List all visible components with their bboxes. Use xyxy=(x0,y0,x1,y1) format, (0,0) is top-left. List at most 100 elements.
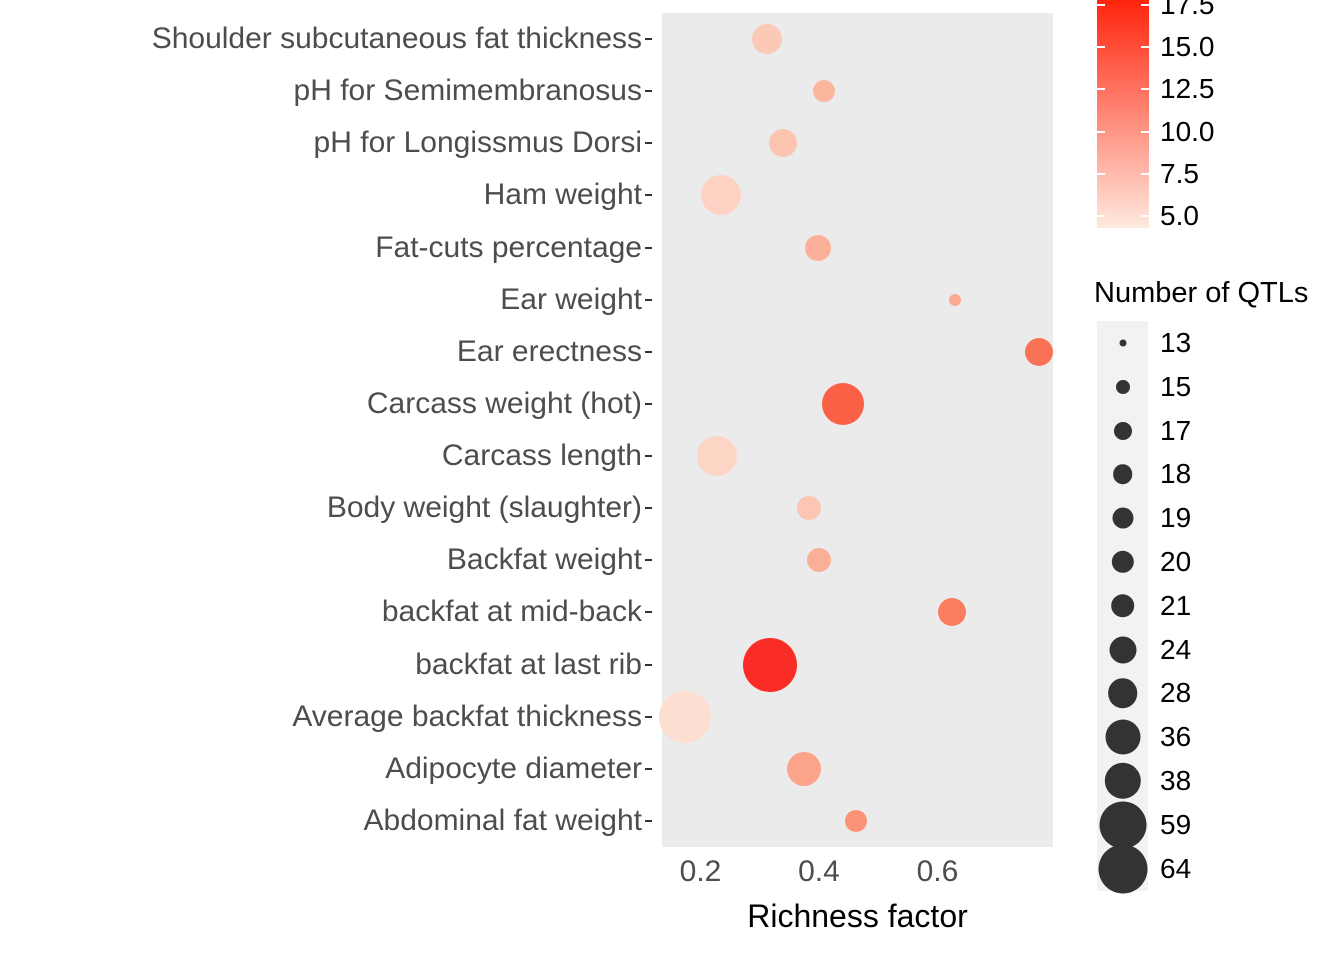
x-axis-title: Richness factor xyxy=(747,898,968,934)
y-tick-mark xyxy=(645,507,652,510)
data-point-bubble xyxy=(769,129,798,158)
y-tick-mark xyxy=(645,819,652,822)
size-legend-key-dot xyxy=(1099,801,1146,849)
y-tick-mark xyxy=(645,90,652,93)
x-tick-label: 0.4 xyxy=(798,855,840,888)
size-legend-key-dot xyxy=(1110,594,1135,618)
size-legend-label: 36 xyxy=(1160,721,1192,753)
y-tick-label: Ham weight xyxy=(483,178,642,212)
size-legend-key-dot xyxy=(1109,636,1136,664)
size-legend-label: 28 xyxy=(1160,677,1192,709)
size-legend-label: 15 xyxy=(1160,370,1192,402)
size-legend-key-dot xyxy=(1104,762,1141,800)
size-legend-label: 19 xyxy=(1160,502,1192,534)
data-point-bubble xyxy=(821,382,864,425)
color-legend-label: 15.0 xyxy=(1160,30,1215,62)
y-axis: Abdominal fat weight Adipocyte diameter Av… xyxy=(0,13,652,847)
y-tick-mark xyxy=(645,715,652,718)
color-legend-tick xyxy=(1097,88,1105,91)
y-tick-label: Abdominal fat weight xyxy=(363,803,643,837)
data-point-bubble xyxy=(700,175,741,216)
y-tick-label: pH for Longissmus Dorsi xyxy=(313,126,642,160)
y-tick-label: pH for Semimembranosus xyxy=(293,74,642,108)
y-tick-label: Fat-cuts percentage xyxy=(375,230,642,264)
color-gradient-bar xyxy=(1097,0,1149,228)
color-legend-tick xyxy=(1097,130,1105,133)
y-tick-label: Backfat weight xyxy=(446,543,642,577)
size-legend-label: 18 xyxy=(1160,458,1192,490)
size-legend-key-dot xyxy=(1112,464,1133,485)
color-legend-tick xyxy=(1097,45,1105,48)
color-legend xyxy=(1097,0,1149,228)
y-tick-mark xyxy=(645,142,652,145)
size-legend-label: 17 xyxy=(1160,414,1192,446)
color-legend-tick xyxy=(1141,88,1149,91)
data-point-bubble xyxy=(937,598,966,627)
y-tick-mark xyxy=(645,767,652,770)
y-tick-label: Ear weight xyxy=(500,282,642,316)
y-tick-mark xyxy=(645,663,652,666)
y-tick-mark xyxy=(645,38,652,41)
y-tick-label: backfat at mid-back xyxy=(381,595,642,629)
color-legend-label: 10.0 xyxy=(1160,115,1215,147)
color-legend-label: 17.5 xyxy=(1160,0,1215,20)
color-legend-tick xyxy=(1141,3,1149,6)
plot-panel xyxy=(658,13,1054,847)
y-tick-label: Adipocyte diameter xyxy=(385,751,642,785)
size-legend-keys xyxy=(1097,321,1148,894)
x-tick-label: 0.2 xyxy=(679,855,722,888)
data-point-bubble xyxy=(796,496,821,521)
data-point-bubble xyxy=(812,80,835,103)
size-legend-key-dot xyxy=(1098,844,1147,894)
color-legend-tick xyxy=(1097,215,1105,218)
color-legend-tick xyxy=(1141,172,1149,175)
color-legend-label: 7.5 xyxy=(1160,157,1199,189)
size-legend-key-dot xyxy=(1111,550,1134,574)
color-legend-tick xyxy=(1097,3,1105,6)
data-point-bubble xyxy=(786,751,821,786)
size-legend-label: 59 xyxy=(1160,808,1192,840)
y-tick-mark xyxy=(645,455,652,458)
data-point-bubble xyxy=(805,234,832,261)
y-tick-mark xyxy=(645,194,652,197)
y-tick-mark xyxy=(645,611,652,614)
y-tick-mark xyxy=(645,298,652,301)
y-tick-label: backfat at last rib xyxy=(415,647,642,681)
size-legend-label: 38 xyxy=(1160,765,1192,796)
size-legend-label: 24 xyxy=(1160,633,1192,665)
y-tick-mark xyxy=(645,350,652,353)
size-legend-label: 21 xyxy=(1160,589,1192,621)
data-point-bubble xyxy=(1025,337,1054,366)
y-tick-label: Shoulder subcutaneous fat thickness xyxy=(151,22,642,56)
size-legend-key-dot xyxy=(1119,339,1126,347)
y-tick-label: Carcass weight (hot) xyxy=(366,386,642,420)
size-legend-label: 13 xyxy=(1160,327,1192,358)
data-point-bubble xyxy=(697,436,738,477)
data-point-bubble xyxy=(949,293,962,306)
data-point-bubble xyxy=(742,637,797,692)
size-legend-key-dot xyxy=(1107,678,1138,709)
color-legend-label: 5.0 xyxy=(1160,200,1199,232)
data-point-bubble xyxy=(752,24,783,55)
y-tick-mark xyxy=(645,559,652,562)
y-tick-label: Average backfat thickness xyxy=(292,699,642,733)
size-legend-key-dot xyxy=(1105,719,1140,755)
y-tick-label: Ear erectness xyxy=(456,334,642,368)
size-legend-label: 20 xyxy=(1160,546,1192,577)
data-point-bubble xyxy=(658,690,711,743)
y-tick-label: Carcass length xyxy=(441,439,642,473)
data-point-bubble xyxy=(844,809,867,832)
color-legend-tick xyxy=(1097,172,1105,175)
data-point-bubble xyxy=(806,548,831,573)
y-tick-mark xyxy=(645,402,652,405)
y-tick-label: Body weight (slaughter) xyxy=(326,491,642,525)
size-legend-label: 64 xyxy=(1160,852,1192,884)
color-legend-tick xyxy=(1141,45,1149,48)
color-legend-tick xyxy=(1141,215,1149,218)
color-legend-tick xyxy=(1141,130,1149,133)
size-legend-key-dot xyxy=(1115,379,1130,394)
color-legend-label: 12.5 xyxy=(1160,73,1215,105)
y-tick-mark xyxy=(645,246,652,249)
chart-root: Abdominal fat weight Adipocyte diameter Av… xyxy=(0,0,1344,960)
size-legend-title: Number of QTLs xyxy=(1094,277,1309,309)
